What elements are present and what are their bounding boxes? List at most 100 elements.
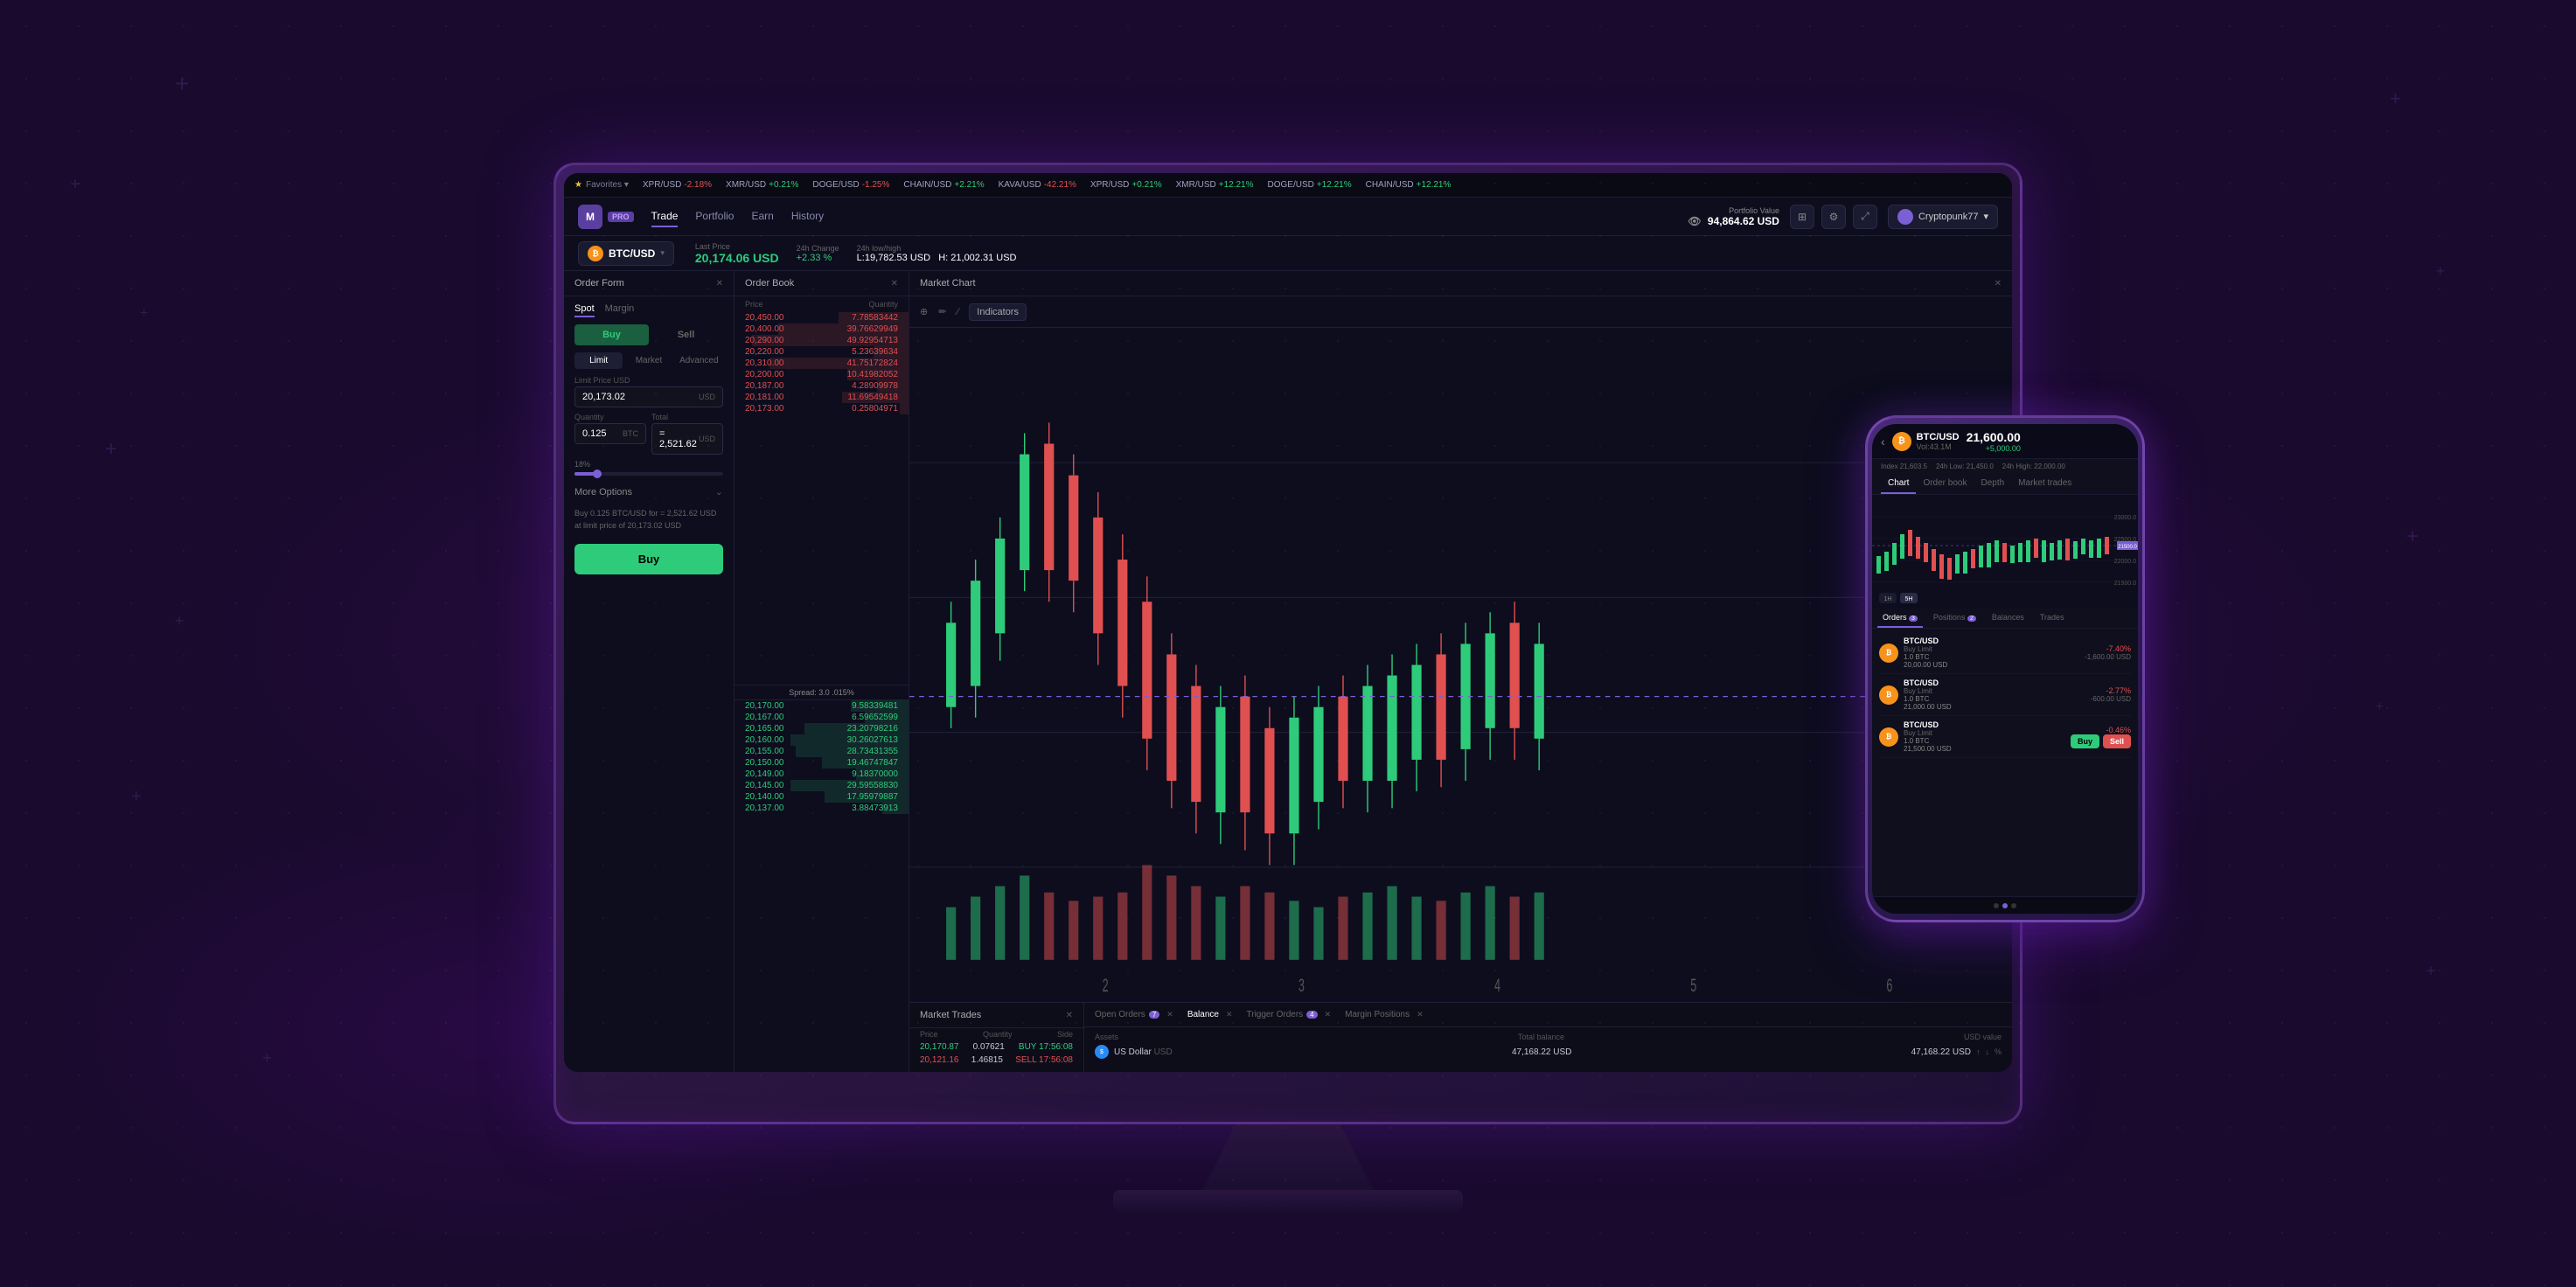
svg-text:21500.0: 21500.0: [2118, 545, 2137, 550]
ticker-item-9[interactable]: CHAIN/USD +12.21%: [1366, 180, 1452, 190]
buy-button[interactable]: Buy: [574, 544, 723, 574]
open-orders-tab[interactable]: Open Orders 7 ✕: [1095, 1010, 1173, 1019]
settings-icon-btn[interactable]: ⚙: [1821, 205, 1846, 229]
ob-bid-row-7[interactable]: 20,149.00 9.18370000: [735, 769, 909, 780]
ob-bid-row-4[interactable]: 20,160.00 30.26027613: [735, 734, 909, 746]
balance-row-1[interactable]: $ US Dollar USD 47,168.22 USD 47,168.22 …: [1095, 1045, 2002, 1059]
ticker-item-4[interactable]: CHAIN/USD +2.21%: [903, 180, 984, 190]
ob-ask-row-6[interactable]: 20,200.00 10.41982052: [735, 369, 909, 380]
ask-qty-6: 10.41982052: [847, 370, 898, 379]
percent-icon[interactable]: %: [1995, 1047, 2002, 1056]
crosshair-tool[interactable]: ⊕: [920, 306, 928, 317]
mob-order-1[interactable]: ₿ BTC/USD Buy Limit 1.0 BTC 20,00.00 USD…: [1879, 632, 2131, 674]
total-label: Total: [651, 413, 723, 421]
mob-trades-history-tab[interactable]: Trades: [2035, 609, 2070, 628]
mob-trades-tab[interactable]: Market trades: [2011, 474, 2078, 494]
mob-order-3-pnl: -0.46% Buy Sell: [2071, 726, 2131, 748]
trigger-orders-close[interactable]: ✕: [1325, 1010, 1332, 1019]
ob-bid-row-9[interactable]: 20,140.00 17.95979887: [735, 791, 909, 803]
sell-tab[interactable]: Sell: [649, 324, 723, 345]
order-form-close[interactable]: ✕: [716, 279, 723, 289]
ticker-item-3[interactable]: DOGE/USD -1.25%: [812, 180, 889, 190]
mob-balances-tab[interactable]: Balances: [1987, 609, 2029, 628]
ob-ask-row-1[interactable]: 20,450.00 7.78583442: [735, 312, 909, 323]
ob-ask-row-8[interactable]: 20,181.00 11.69549418: [735, 392, 909, 403]
balance-close[interactable]: ✕: [1226, 1010, 1233, 1019]
open-orders-close[interactable]: ✕: [1166, 1010, 1173, 1019]
ask-qty-1: 7.78583442: [852, 313, 898, 323]
limit-tab[interactable]: Limit: [574, 352, 623, 369]
monitor-icon-btn[interactable]: ⊞: [1790, 205, 1814, 229]
chart-close[interactable]: ✕: [1995, 279, 2002, 289]
margin-positions-tab[interactable]: Margin Positions ✕: [1345, 1010, 1423, 1019]
mob-order-3[interactable]: ₿ BTC/USD Buy Limit 1.0 BTC 21,500.00 US…: [1879, 716, 2131, 758]
ticker-item-7[interactable]: XMR/USD +12.21%: [1176, 180, 1254, 190]
spot-tab[interactable]: Spot: [574, 303, 595, 317]
margin-tab[interactable]: Margin: [605, 303, 635, 317]
slider-thumb[interactable]: [593, 470, 602, 478]
nav-link-history[interactable]: History: [791, 206, 824, 227]
pencil-tool[interactable]: ∕: [957, 307, 958, 317]
ob-bid-row-8[interactable]: 20,145.00 29.59558830: [735, 780, 909, 791]
ob-bid-row-10[interactable]: 20,137.00 3.88473913: [735, 803, 909, 814]
mob-chart-tab[interactable]: Chart: [1881, 474, 1916, 494]
ob-ask-row-2[interactable]: 20,400.00 39.76629949: [735, 323, 909, 335]
ob-bid-row-3[interactable]: 20,165.00 23.20798216: [735, 723, 909, 734]
ticker-item-2[interactable]: XMR/USD +0.21%: [726, 180, 798, 190]
mob-positions-tab[interactable]: Positions 2: [1928, 609, 1981, 628]
nav-link-earn[interactable]: Earn: [751, 206, 773, 227]
mob-orderbook-tab[interactable]: Order book: [1916, 474, 1974, 494]
mob-back-btn[interactable]: ‹: [1881, 435, 1885, 449]
last-price-stat: Last Price 20,174.06 USD: [695, 242, 779, 265]
more-options[interactable]: More Options ⌄: [564, 481, 734, 503]
chart-svg: 21,200 21,000 20,800 20,600 2 3 4 5 6: [909, 328, 2012, 1002]
ob-bid-row-2[interactable]: 20,167.00 6.59652599: [735, 712, 909, 723]
nav-link-portfolio[interactable]: Portfolio: [695, 206, 734, 227]
total-input[interactable]: = 2,521.62 USD: [651, 423, 723, 455]
ob-ask-row-7[interactable]: 20,187.00 4.28909978: [735, 380, 909, 392]
draw-tool[interactable]: ✏: [938, 306, 946, 317]
mob-orders-tab[interactable]: Orders 3: [1877, 609, 1923, 628]
nav-link-trade[interactable]: Trade: [651, 206, 679, 227]
order-form-panel: Order Form ✕ Spot Margin Buy Sell Limi: [564, 271, 735, 1072]
total-header: Total balance: [1518, 1033, 1564, 1041]
symbol-selector[interactable]: ₿ BTC/USD ▾: [578, 241, 674, 266]
indicators-btn[interactable]: Indicators: [969, 303, 1027, 321]
mob-order-2[interactable]: ₿ BTC/USD Buy Limit 1.0 BTC 21,000.00 US…: [1879, 674, 2131, 716]
trade-row-2[interactable]: 20,121.16 1.46815 SELL 17:56:08: [909, 1054, 1083, 1067]
ob-bid-row-1[interactable]: 20,170.00 9.58339481: [735, 700, 909, 712]
advanced-tab[interactable]: Advanced: [675, 352, 723, 369]
order-book-close[interactable]: ✕: [891, 279, 898, 289]
margin-positions-close[interactable]: ✕: [1417, 1010, 1424, 1019]
trigger-orders-tab[interactable]: Trigger Orders 4 ✕: [1247, 1010, 1332, 1019]
ticker-item-1[interactable]: XPR/USD -2.18%: [643, 180, 712, 190]
slider-track[interactable]: [574, 472, 723, 476]
ob-bid-row-6[interactable]: 20,150.00 19.46747847: [735, 757, 909, 769]
expand-icon-btn[interactable]: ⤢: [1853, 205, 1877, 229]
limit-price-input[interactable]: 20,173.02 USD: [574, 386, 723, 407]
ticker-item-8[interactable]: DOGE/USD +12.21%: [1268, 180, 1352, 190]
ob-ask-row-9[interactable]: 20,173.00 0.25804971: [735, 403, 909, 414]
qty-input[interactable]: 0.125 BTC: [574, 423, 646, 444]
balance-tab[interactable]: Balance ✕: [1187, 1010, 1233, 1019]
sort-up-icon[interactable]: ↑: [1976, 1047, 1981, 1056]
market-trades-close[interactable]: ✕: [1066, 1011, 1073, 1020]
ob-ask-row-5[interactable]: 20,310.00 41.75172824: [735, 358, 909, 369]
trade-row-1[interactable]: 20,170.87 0.07621 BUY 17:56:08: [909, 1040, 1083, 1054]
ob-ask-row-3[interactable]: 20,290.00 49.92954713: [735, 335, 909, 346]
ticker-pair-1: XPR/USD: [643, 180, 681, 190]
mob-depth-tab[interactable]: Depth: [1974, 474, 2011, 494]
ob-ask-row-4[interactable]: 20,220.00 5.23639634: [735, 346, 909, 358]
ticker-item-6[interactable]: XPR/USD +0.21%: [1090, 180, 1162, 190]
user-button[interactable]: Cryptopunk77 ▾: [1888, 205, 1998, 229]
ask-bar-6: [847, 369, 909, 380]
sort-down-icon[interactable]: ↓: [1985, 1047, 1989, 1056]
ob-bid-row-5[interactable]: 20,155.00 28.73431355: [735, 746, 909, 757]
ticker-favorites[interactable]: ★ Favorites ▾: [574, 180, 629, 190]
bid-price-7: 20,149.00: [745, 769, 784, 779]
market-tab[interactable]: Market: [624, 352, 672, 369]
buy-tab[interactable]: Buy: [574, 324, 649, 345]
mob-buy-btn[interactable]: Buy: [2071, 734, 2099, 748]
mob-sell-btn[interactable]: Sell: [2103, 734, 2131, 748]
ticker-item-5[interactable]: KAVA/USD -42.21%: [999, 180, 1076, 190]
